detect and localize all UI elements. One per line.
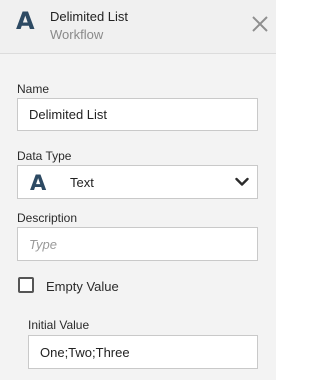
initial-value-field[interactable]: One;Two;Three <box>28 335 258 369</box>
chevron-down-icon[interactable] <box>235 177 249 187</box>
close-icon[interactable] <box>251 15 269 33</box>
initial-value-value: One;Two;Three <box>40 345 130 360</box>
name-value: Delimited List <box>29 107 108 122</box>
description-field[interactable]: Type <box>17 227 258 261</box>
name-field[interactable]: Delimited List <box>17 98 258 131</box>
text-type-icon: A <box>16 7 35 35</box>
data-type-value: Text <box>70 175 94 190</box>
panel-subtitle: Workflow <box>50 27 104 42</box>
description-placeholder: Type <box>29 237 57 252</box>
text-type-icon: A <box>30 171 47 195</box>
data-type-select[interactable]: A Text <box>17 165 258 199</box>
empty-value-checkbox[interactable] <box>18 277 34 293</box>
data-type-label: Data Type <box>17 149 72 163</box>
description-label: Description <box>17 211 78 225</box>
panel-header: A Delimited List Workflow <box>0 0 276 54</box>
name-label: Name <box>17 82 50 96</box>
empty-value-label: Empty Value <box>46 279 119 294</box>
panel-title: Delimited List <box>50 9 129 24</box>
initial-value-label: Initial Value <box>28 318 90 332</box>
